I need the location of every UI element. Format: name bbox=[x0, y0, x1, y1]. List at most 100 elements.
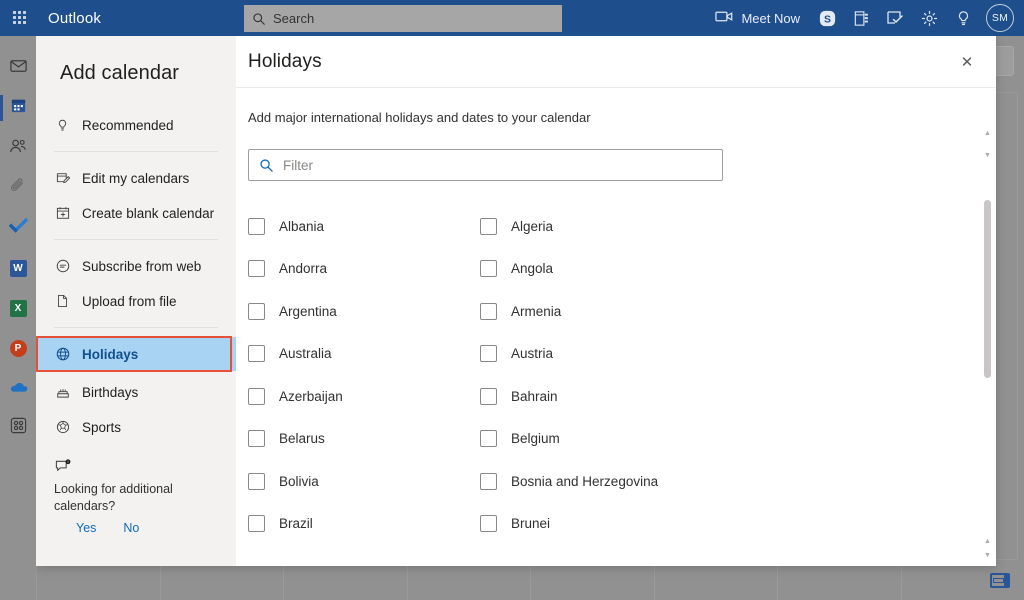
checkbox-icon[interactable] bbox=[480, 473, 497, 490]
checkbox-icon[interactable] bbox=[480, 303, 497, 320]
checkbox-icon[interactable] bbox=[480, 260, 497, 277]
country-checkbox-row[interactable]: Bosnia and Herzegovina bbox=[480, 460, 984, 503]
country-checkbox-row[interactable]: Belgium bbox=[480, 418, 984, 461]
sports-ball-icon bbox=[54, 419, 71, 435]
country-label: Bahrain bbox=[511, 389, 558, 404]
country-checkbox-row[interactable]: Brazil bbox=[248, 503, 480, 546]
country-checkbox-row[interactable]: Bahrain bbox=[480, 375, 984, 418]
sidebar-item-recommended[interactable]: Recommended bbox=[36, 108, 236, 142]
checkbox-icon[interactable] bbox=[480, 515, 497, 532]
sidebar-item-upload-from-file[interactable]: Upload from file bbox=[36, 284, 236, 318]
sidebar-item-create-blank-calendar[interactable]: Create blank calendar bbox=[36, 196, 236, 230]
filter-input[interactable]: Filter bbox=[248, 149, 723, 181]
excel-icon: X bbox=[10, 300, 27, 317]
paperclip-icon bbox=[8, 176, 28, 201]
sidebar-item-label: Subscribe from web bbox=[82, 259, 201, 274]
scrollbar-thumb[interactable] bbox=[984, 200, 991, 378]
search-icon bbox=[252, 12, 266, 26]
checkbox-icon[interactable] bbox=[480, 345, 497, 362]
dialog-nav-list: Recommended Edit my calendars Create bla… bbox=[36, 85, 236, 535]
todo-tasks-icon[interactable] bbox=[878, 0, 912, 36]
rail-item-mail[interactable] bbox=[0, 48, 36, 88]
app-launcher-button[interactable] bbox=[0, 0, 40, 36]
search-input[interactable]: Search bbox=[244, 5, 562, 32]
country-checkbox-row[interactable]: Austria bbox=[480, 333, 984, 376]
sidebar-item-sports[interactable]: Sports bbox=[36, 410, 236, 444]
divider bbox=[54, 239, 218, 240]
filter-placeholder: Filter bbox=[283, 158, 313, 173]
checkbox-icon[interactable] bbox=[248, 345, 265, 362]
feedback-actions: Yes No bbox=[54, 515, 218, 535]
rail-item-todo[interactable] bbox=[0, 208, 36, 248]
checkbox-icon[interactable] bbox=[480, 218, 497, 235]
country-checkbox-row[interactable]: Argentina bbox=[248, 290, 480, 333]
country-checkbox-row[interactable]: Andorra bbox=[248, 248, 480, 291]
country-checkbox-row[interactable]: Canada bbox=[480, 545, 984, 547]
country-checkbox-row[interactable]: Bolivia bbox=[248, 460, 480, 503]
sidebar-item-edit-my-calendars[interactable]: Edit my calendars bbox=[36, 161, 236, 195]
brand-title: Outlook bbox=[48, 10, 101, 27]
scroll-up-arrow-icon[interactable]: ▲ bbox=[979, 534, 996, 548]
rail-item-files[interactable] bbox=[0, 168, 36, 208]
rail-item-people[interactable] bbox=[0, 128, 36, 168]
rail-item-onedrive[interactable] bbox=[0, 368, 36, 408]
sidebar-item-holidays[interactable]: Holidays bbox=[36, 337, 236, 371]
edit-calendar-icon bbox=[54, 170, 71, 186]
country-label: Australia bbox=[279, 346, 332, 361]
scrollbar-track[interactable] bbox=[984, 200, 991, 542]
rail-item-all-apps[interactable] bbox=[0, 408, 36, 448]
country-checkbox-row[interactable]: Bulgaria bbox=[248, 545, 480, 547]
country-checkbox-row[interactable]: Belarus bbox=[248, 418, 480, 461]
settings-gear-icon[interactable] bbox=[912, 0, 946, 36]
country-label: Belgium bbox=[511, 431, 560, 446]
calendar-icon bbox=[9, 96, 28, 120]
rail-item-calendar[interactable] bbox=[0, 88, 36, 128]
checkbox-icon[interactable] bbox=[248, 515, 265, 532]
checkbox-icon[interactable] bbox=[248, 303, 265, 320]
checkbox-icon[interactable] bbox=[480, 430, 497, 447]
tips-lightbulb-icon[interactable] bbox=[946, 0, 980, 36]
dialog-body: Add major international holidays and dat… bbox=[236, 88, 996, 566]
scroll-up-arrow-icon[interactable]: ▲ bbox=[979, 126, 996, 140]
sidebar-item-subscribe-from-web[interactable]: Subscribe from web bbox=[36, 249, 236, 283]
country-checkbox-row[interactable]: Algeria bbox=[480, 205, 984, 248]
feedback-no-link[interactable]: No bbox=[123, 521, 139, 535]
sidebar-item-birthdays[interactable]: Birthdays bbox=[36, 375, 236, 409]
country-checkbox-row[interactable]: Brunei bbox=[480, 503, 984, 546]
rail-item-powerpoint[interactable]: P bbox=[0, 328, 36, 368]
dialog-main: Holidays ✕ Add major international holid… bbox=[236, 36, 996, 566]
scroll-down-arrow-icon[interactable]: ▼ bbox=[979, 548, 996, 562]
checkbox-icon[interactable] bbox=[248, 473, 265, 490]
country-checkbox-row[interactable]: Albania bbox=[248, 205, 480, 248]
country-label: Armenia bbox=[511, 304, 561, 319]
subscribe-web-icon bbox=[54, 258, 71, 274]
country-checkbox-row[interactable]: Azerbaijan bbox=[248, 375, 480, 418]
reading-pane-toggle-icon[interactable] bbox=[990, 573, 1010, 588]
skype-icon[interactable]: S bbox=[810, 0, 844, 36]
scroll-down-arrow-icon[interactable]: ▼ bbox=[979, 148, 996, 162]
search-container[interactable]: Search bbox=[244, 5, 562, 32]
country-checkbox-row[interactable]: Armenia bbox=[480, 290, 984, 333]
feedback-yes-link[interactable]: Yes bbox=[76, 521, 96, 535]
avatar[interactable]: SM bbox=[986, 4, 1014, 32]
checkbox-icon[interactable] bbox=[248, 430, 265, 447]
rail-item-word[interactable]: W bbox=[0, 248, 36, 288]
mail-envelope-icon bbox=[9, 56, 28, 80]
scrollbar-bottom-arrows: ▲ ▼ bbox=[979, 534, 996, 562]
vertical-scrollbar[interactable]: ▲ ▼ ▲ ▼ bbox=[979, 88, 996, 566]
country-checkbox-row[interactable]: Australia bbox=[248, 333, 480, 376]
checkbox-icon[interactable] bbox=[248, 388, 265, 405]
page-title: Holidays bbox=[248, 51, 322, 73]
checkbox-icon[interactable] bbox=[248, 218, 265, 235]
country-checkbox-row[interactable]: Angola bbox=[480, 248, 984, 291]
office-app-icon[interactable] bbox=[844, 0, 878, 36]
close-icon[interactable]: ✕ bbox=[952, 47, 982, 77]
app-launcher-icon bbox=[13, 11, 27, 25]
checkbox-icon[interactable] bbox=[480, 388, 497, 405]
sidebar-item-label: Upload from file bbox=[82, 294, 177, 309]
rail-item-excel[interactable]: X bbox=[0, 288, 36, 328]
feedback-text: Looking for additional calendars? bbox=[54, 481, 218, 515]
checkbox-icon[interactable] bbox=[248, 260, 265, 277]
meet-now-button[interactable]: Meet Now bbox=[705, 0, 810, 36]
lightbulb-icon bbox=[54, 118, 71, 133]
